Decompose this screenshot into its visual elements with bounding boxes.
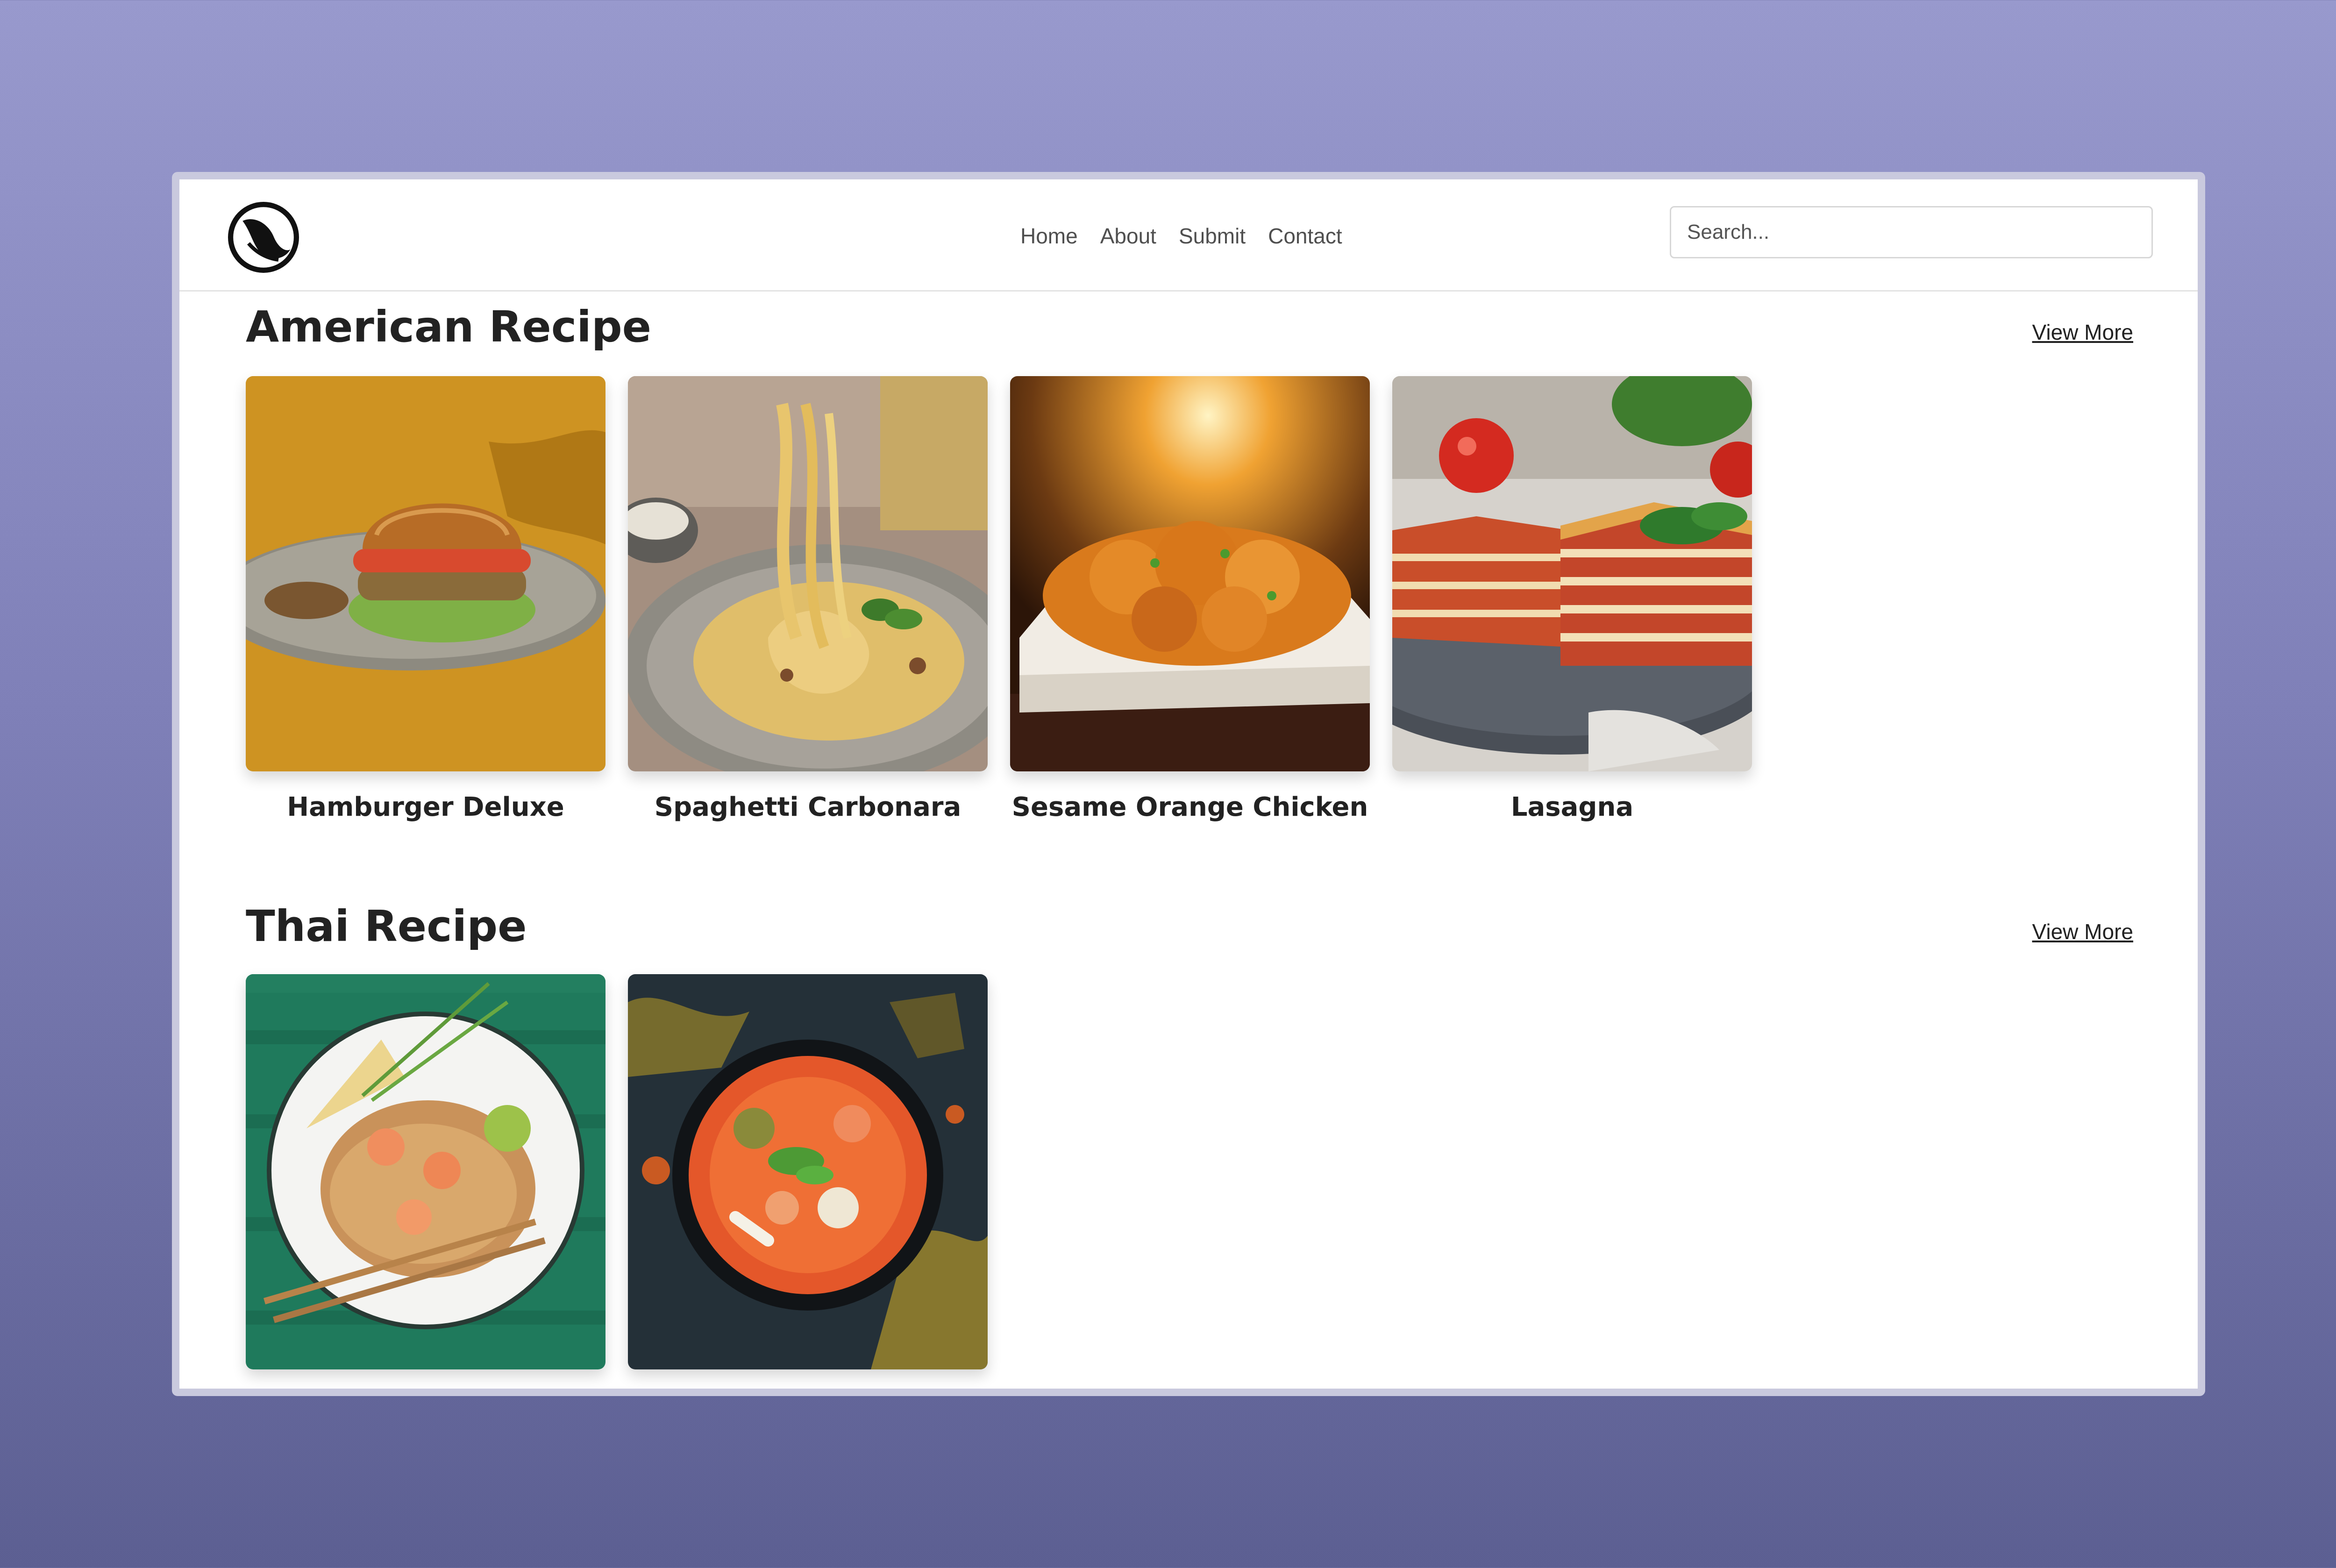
recipe-card[interactable]: Lasagna (1392, 376, 1752, 822)
recipe-card[interactable] (628, 974, 988, 1389)
recipe-title[interactable]: Lasagna (1392, 792, 1752, 822)
section-american-recipe: American Recipe View More Hamburger Delu… (246, 302, 2133, 822)
recipe-title[interactable]: Sesame Orange Chicken (1010, 792, 1370, 822)
lasagna-photo[interactable] (1392, 376, 1752, 771)
pad-thai-photo[interactable] (246, 974, 605, 1369)
recipe-card-list: Hamburger Deluxe Spaghetti Carbonara Ses… (246, 376, 1752, 822)
recipe-card[interactable]: Sesame Orange Chicken (1010, 376, 1370, 822)
recipe-card[interactable]: Hamburger Deluxe (246, 376, 605, 822)
browser-window: Home About Submit Contact American Recip… (172, 172, 2205, 1396)
section-thai-recipe: Thai Recipe View More (246, 901, 2133, 1389)
nav-link-contact[interactable]: Contact (1268, 223, 1342, 249)
recipe-title[interactable]: Hamburger Deluxe (246, 792, 605, 822)
section-title: Thai Recipe (246, 901, 527, 951)
view-more-link[interactable]: View More (2032, 320, 2133, 345)
hamburger-photo[interactable] (246, 376, 605, 771)
nav-link-submit[interactable]: Submit (1179, 223, 1246, 249)
recipe-title[interactable]: Spaghetti Carbonara (628, 792, 988, 822)
logo-icon[interactable] (226, 200, 301, 275)
nav-link-home[interactable]: Home (1020, 223, 1078, 249)
navbar: Home About Submit Contact (179, 179, 2198, 292)
spaghetti-photo[interactable] (628, 376, 988, 771)
section-title: American Recipe (246, 302, 652, 352)
view-more-link[interactable]: View More (2032, 919, 2133, 944)
nav-link-about[interactable]: About (1100, 223, 1156, 249)
recipe-card[interactable]: Spaghetti Carbonara (628, 376, 988, 822)
tom-yum-photo[interactable] (628, 974, 988, 1369)
recipe-card-list (246, 974, 988, 1389)
search-input[interactable] (1670, 206, 2153, 258)
recipe-card[interactable] (246, 974, 605, 1389)
main-nav: Home About Submit Contact (1020, 223, 1342, 249)
orange-chicken-photo[interactable] (1010, 376, 1370, 771)
